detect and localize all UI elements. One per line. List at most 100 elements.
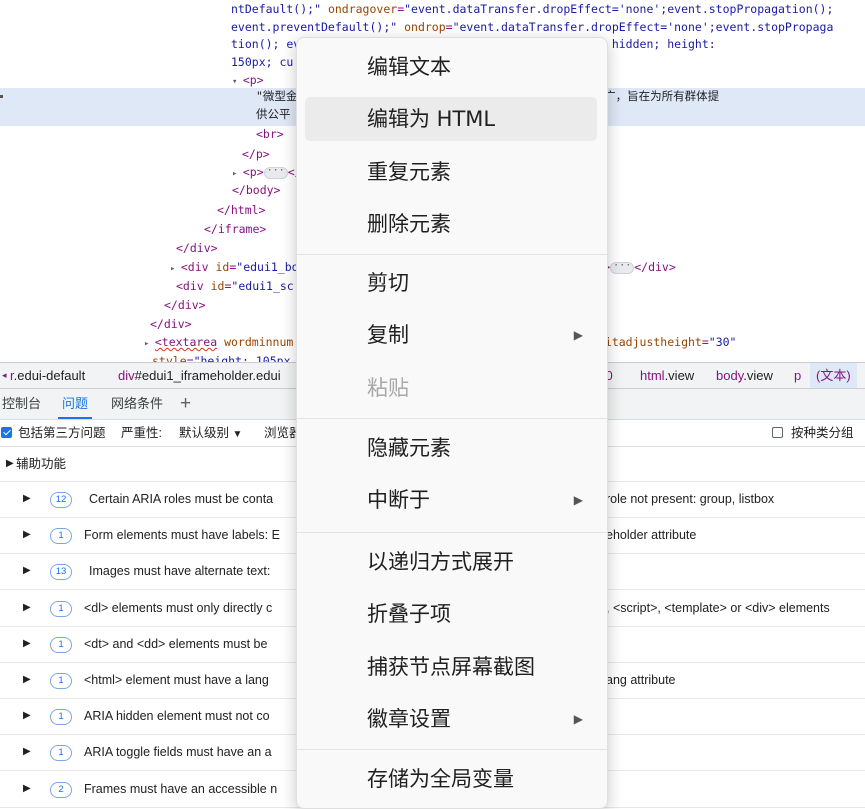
breadcrumb-item[interactable]: div#edui1_iframeholder.edui <box>118 363 281 388</box>
expand-triangle-icon[interactable]: ▸ <box>144 339 155 349</box>
breadcrumb-item[interactable]: html.view <box>640 363 694 388</box>
menu-item-edit-as-html[interactable]: 编辑为 HTML <box>305 97 597 141</box>
dom-token: </div> <box>634 260 676 274</box>
menu-item-label: 删除元素 <box>367 212 451 236</box>
menu-separator <box>297 749 607 750</box>
expand-triangle-icon[interactable]: ▶ <box>23 481 31 517</box>
dom-node-line[interactable]: ntDefault();" ondragover="event.dataTran… <box>231 0 833 19</box>
menu-item-delete-element[interactable]: 删除元素 <box>305 202 597 246</box>
menu-separator <box>297 418 607 419</box>
menu-separator <box>297 254 607 255</box>
expand-triangle-icon[interactable]: ▸ <box>170 264 181 274</box>
severity-dropdown[interactable]: 默认级别 ▼ <box>179 420 242 448</box>
menu-item-label: 中断于 <box>367 488 430 512</box>
breadcrumb-item[interactable]: body.view <box>716 363 773 388</box>
chevron-down-icon: ▼ <box>232 429 243 440</box>
menu-item-label: 捕获节点屏幕截图 <box>367 655 535 679</box>
dom-node-line[interactable]: </body> <box>232 181 280 200</box>
include-third-party-checkbox[interactable] <box>1 427 12 438</box>
dom-node-line[interactable]: </div> <box>150 315 192 334</box>
dom-token: <textarea <box>154 335 218 349</box>
menu-item-duplicate-element[interactable]: 重复元素 <box>305 150 597 194</box>
dom-node-line[interactable]: 150px; cu <box>231 53 293 72</box>
menu-item-label: 粘贴 <box>367 376 409 400</box>
submenu-arrow-icon: ▶ <box>573 712 583 726</box>
dom-token: = <box>445 20 453 34</box>
group-by-kind-checkbox[interactable] <box>772 427 783 438</box>
dom-token: <div <box>176 279 211 293</box>
expand-ellipsis-button[interactable]: ··· <box>610 260 635 274</box>
expand-triangle-icon[interactable]: ▶ <box>23 662 31 698</box>
issue-title: ARIA hidden element must not co <box>84 709 270 723</box>
issue-count-badge: 12 <box>50 492 72 508</box>
expand-triangle-icon[interactable]: ▶ <box>23 626 31 662</box>
breadcrumb-scroll-left-button[interactable]: ◂ <box>2 363 7 388</box>
tab-network-conditions[interactable]: 网络条件 <box>111 389 163 419</box>
dom-node-line[interactable]: 供公平 <box>256 105 291 124</box>
menu-item-break-on[interactable]: 中断于 ▶ <box>305 478 597 522</box>
breadcrumb-item[interactable]: r.edui-default <box>10 363 85 388</box>
expand-triangle-icon[interactable]: ▾ <box>232 77 243 87</box>
menu-item-cut[interactable]: 剪切 <box>305 261 597 305</box>
dom-token: tion(); ev <box>231 37 301 51</box>
dom-node-line[interactable]: <br> <box>256 125 284 144</box>
dom-token: 供公平 <box>256 107 291 121</box>
dom-node-line[interactable]: </iframe> <box>204 220 266 239</box>
dom-token: id <box>210 279 225 293</box>
issue-title: Certain ARIA roles must be conta <box>89 492 274 506</box>
dom-token: wordminnum <box>217 335 294 349</box>
dom-node-line[interactable]: </div> <box>164 296 206 315</box>
dom-node-line[interactable]: </div> <box>176 239 218 258</box>
menu-item-copy[interactable]: 复制 ▶ <box>305 313 597 357</box>
menu-item-capture-node-screenshot[interactable]: 捕获节点屏幕截图 <box>305 645 597 689</box>
menu-item-store-as-global-variable[interactable]: 存储为全局变量 <box>305 757 597 801</box>
menu-item-label: 以递归方式展开 <box>367 550 514 574</box>
add-tab-icon[interactable]: + <box>180 389 191 419</box>
dom-token: ondrop <box>404 20 446 34</box>
dom-token: </div> <box>150 317 192 331</box>
issue-count-badge: 1 <box>50 528 72 544</box>
expand-triangle-icon[interactable]: ▶ <box>23 517 31 553</box>
group-by-kind-label: 按种类分组 <box>791 426 854 440</box>
issue-count-badge: 13 <box>50 564 72 580</box>
tab-issues[interactable]: 问题 <box>57 389 93 419</box>
dom-token: style <box>152 354 187 362</box>
dom-token: 150px; cu <box>231 55 294 69</box>
dom-node-line[interactable]: <div id="edui1_sc <box>176 277 294 296</box>
dom-token: </div> <box>176 241 218 255</box>
dom-node-line[interactable]: ▸ <p> ··· </ <box>232 163 302 182</box>
severity-label: 严重性: <box>121 426 162 440</box>
expand-triangle-icon[interactable]: ▶ <box>23 698 31 734</box>
expand-triangle-icon: ▶ <box>6 458 14 469</box>
issue-title: <dt> and <dd> elements must be <box>84 637 268 651</box>
breadcrumb-item[interactable]: p <box>794 363 801 388</box>
menu-item-hide-element[interactable]: 隐藏元素 <box>305 426 597 470</box>
expand-ellipsis-button[interactable]: ··· <box>263 165 288 179</box>
menu-item-badge-settings[interactable]: 徽章设置 ▶ <box>305 697 597 741</box>
expand-triangle-icon[interactable]: ▶ <box>23 590 31 626</box>
menu-item-collapse-children[interactable]: 折叠子项 <box>305 592 597 636</box>
menu-item-label: 复制 <box>367 323 409 347</box>
dom-node-line[interactable]: </p> <box>242 145 270 164</box>
dom-token: </iframe> <box>204 222 267 236</box>
expand-triangle-icon[interactable]: ▸ <box>232 169 243 179</box>
expand-triangle-icon[interactable]: ▶ <box>23 771 31 807</box>
menu-item-expand-recursively[interactable]: 以递归方式展开 <box>305 540 597 584</box>
dom-token: = <box>186 354 194 362</box>
dom-token: <p> <box>242 165 264 179</box>
breadcrumb-item-selected[interactable]: (文本) <box>810 363 857 388</box>
issue-count-badge: 1 <box>50 601 72 617</box>
dom-node-line[interactable]: style="height: 105px <box>152 352 291 362</box>
dom-node-line[interactable]: </html> <box>217 201 265 220</box>
issue-title-tail: role not present: group, listbox <box>606 492 775 506</box>
dom-token: event.preventDefault();" <box>231 20 405 34</box>
issue-count-badge: 1 <box>50 637 72 653</box>
dom-token: "height: 105px <box>193 354 291 362</box>
expand-triangle-icon[interactable]: ▶ <box>23 734 31 770</box>
issue-count-badge: 2 <box>50 782 72 798</box>
issue-title: <html> element must have a lang <box>84 673 269 687</box>
dom-token: <div <box>180 260 216 274</box>
expand-triangle-icon[interactable]: ▶ <box>23 553 31 589</box>
tab-console[interactable]: 控制台 <box>2 389 41 419</box>
menu-item-edit-text[interactable]: 编辑文本 <box>305 45 597 89</box>
